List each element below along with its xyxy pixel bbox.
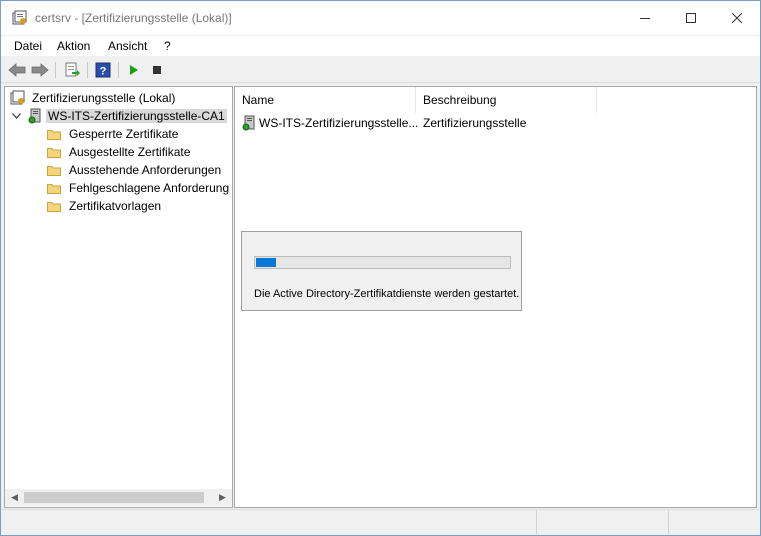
status-bar <box>1 509 760 534</box>
service-progress-dialog: Die Active Directory-Zertifikatdienste w… <box>241 231 522 311</box>
progress-message: Die Active Directory-Zertifikatdienste w… <box>254 288 520 300</box>
certsrv-root-icon <box>10 90 26 106</box>
console-tree: Zertifizierungsstelle (Lokal) WS-ITS-Zer… <box>4 86 233 508</box>
menu-help[interactable]: ? <box>164 39 171 53</box>
chevron-down-icon[interactable] <box>10 113 22 119</box>
menu-bar: Datei Aktion Ansicht ? <box>1 36 760 56</box>
export-list-button[interactable] <box>62 60 82 80</box>
menu-aktion[interactable]: Aktion <box>57 39 90 53</box>
certsrv-app-icon <box>12 10 28 26</box>
menu-ansicht[interactable]: Ansicht <box>108 39 147 53</box>
status-segment <box>668 510 761 534</box>
forward-arrow-icon <box>31 63 49 77</box>
tree-label-folder: Ausgestellte Zertifikate <box>69 145 191 159</box>
tree-item-folder[interactable]: Zertifikatvorlagen <box>47 197 163 215</box>
scroll-left-icon[interactable]: ◀ <box>6 489 23 506</box>
export-list-icon <box>65 62 80 77</box>
minimize-button[interactable] <box>622 1 668 35</box>
tree-item-root[interactable]: Zertifizierungsstelle (Lokal) <box>10 89 177 107</box>
help-icon: ? <box>95 62 111 78</box>
maximize-button[interactable] <box>668 1 714 35</box>
title-bar[interactable]: certsrv - [Zertifizierungsstelle (Lokal)… <box>1 1 760 35</box>
scroll-right-icon[interactable]: ▶ <box>214 489 231 506</box>
list-cell-name: WS-ITS-Zertifizierungsstelle... <box>259 116 419 130</box>
start-service-button[interactable] <box>123 60 143 80</box>
window-title: certsrv - [Zertifizierungsstelle (Lokal)… <box>35 11 232 25</box>
toolbar-separator <box>87 62 88 78</box>
start-service-icon <box>130 65 138 75</box>
tree-label-folder: Gesperrte Zertifikate <box>69 127 179 141</box>
status-segment <box>536 510 669 534</box>
ca-server-icon <box>28 108 42 124</box>
tree-item-folder[interactable]: Gesperrte Zertifikate <box>47 125 180 143</box>
toolbar: ? <box>1 58 760 83</box>
progress-bar <box>254 256 511 269</box>
toolbar-separator <box>118 62 119 78</box>
menu-datei[interactable]: Datei <box>14 39 42 53</box>
tree-item-folder[interactable]: Fehlgeschlagene Anforderung <box>47 179 231 197</box>
tree-label-ca: WS-ITS-Zertifizierungsstelle-CA1 <box>46 109 227 123</box>
back-button[interactable] <box>7 60 27 80</box>
folder-icon <box>47 165 61 176</box>
folder-icon <box>47 183 61 194</box>
column-header-name[interactable]: Name <box>235 87 416 113</box>
close-icon <box>732 13 742 23</box>
tree-item-folder[interactable]: Ausgestellte Zertifikate <box>47 143 192 161</box>
tree-item-folder[interactable]: Ausstehende Anforderungen <box>47 161 223 179</box>
scrollbar-thumb[interactable] <box>24 492 204 503</box>
forward-button[interactable] <box>30 60 50 80</box>
help-button[interactable]: ? <box>93 60 113 80</box>
maximize-icon <box>686 13 696 23</box>
toolbar-separator <box>55 62 56 78</box>
horizontal-scrollbar[interactable]: ◀ ▶ <box>5 489 232 506</box>
svg-text:?: ? <box>100 66 107 78</box>
mmc-window: certsrv - [Zertifizierungsstelle (Lokal)… <box>0 0 761 536</box>
stop-service-button[interactable] <box>147 60 167 80</box>
list-cell-description: Zertifizierungsstelle <box>423 116 527 130</box>
folder-icon <box>47 147 61 158</box>
list-item[interactable]: WS-ITS-Zertifizierungsstelle... Zertifiz… <box>235 113 756 133</box>
back-arrow-icon <box>8 63 26 77</box>
tree-label-folder: Zertifikatvorlagen <box>69 199 162 213</box>
tree-label-folder: Fehlgeschlagene Anforderung <box>69 181 230 195</box>
folder-icon <box>47 129 61 140</box>
stop-service-icon <box>153 66 161 74</box>
tree-label-folder: Ausstehende Anforderungen <box>69 163 222 177</box>
ca-server-icon <box>242 115 256 131</box>
progress-bar-fill <box>256 258 276 267</box>
minimize-icon <box>640 18 650 19</box>
close-button[interactable] <box>714 1 760 35</box>
tree-item-ca[interactable]: WS-ITS-Zertifizierungsstelle-CA1 <box>10 107 227 125</box>
column-header-beschreibung[interactable]: Beschreibung <box>416 87 597 113</box>
tree-label-root: Zertifizierungsstelle (Lokal) <box>32 91 176 105</box>
folder-icon <box>47 201 61 212</box>
